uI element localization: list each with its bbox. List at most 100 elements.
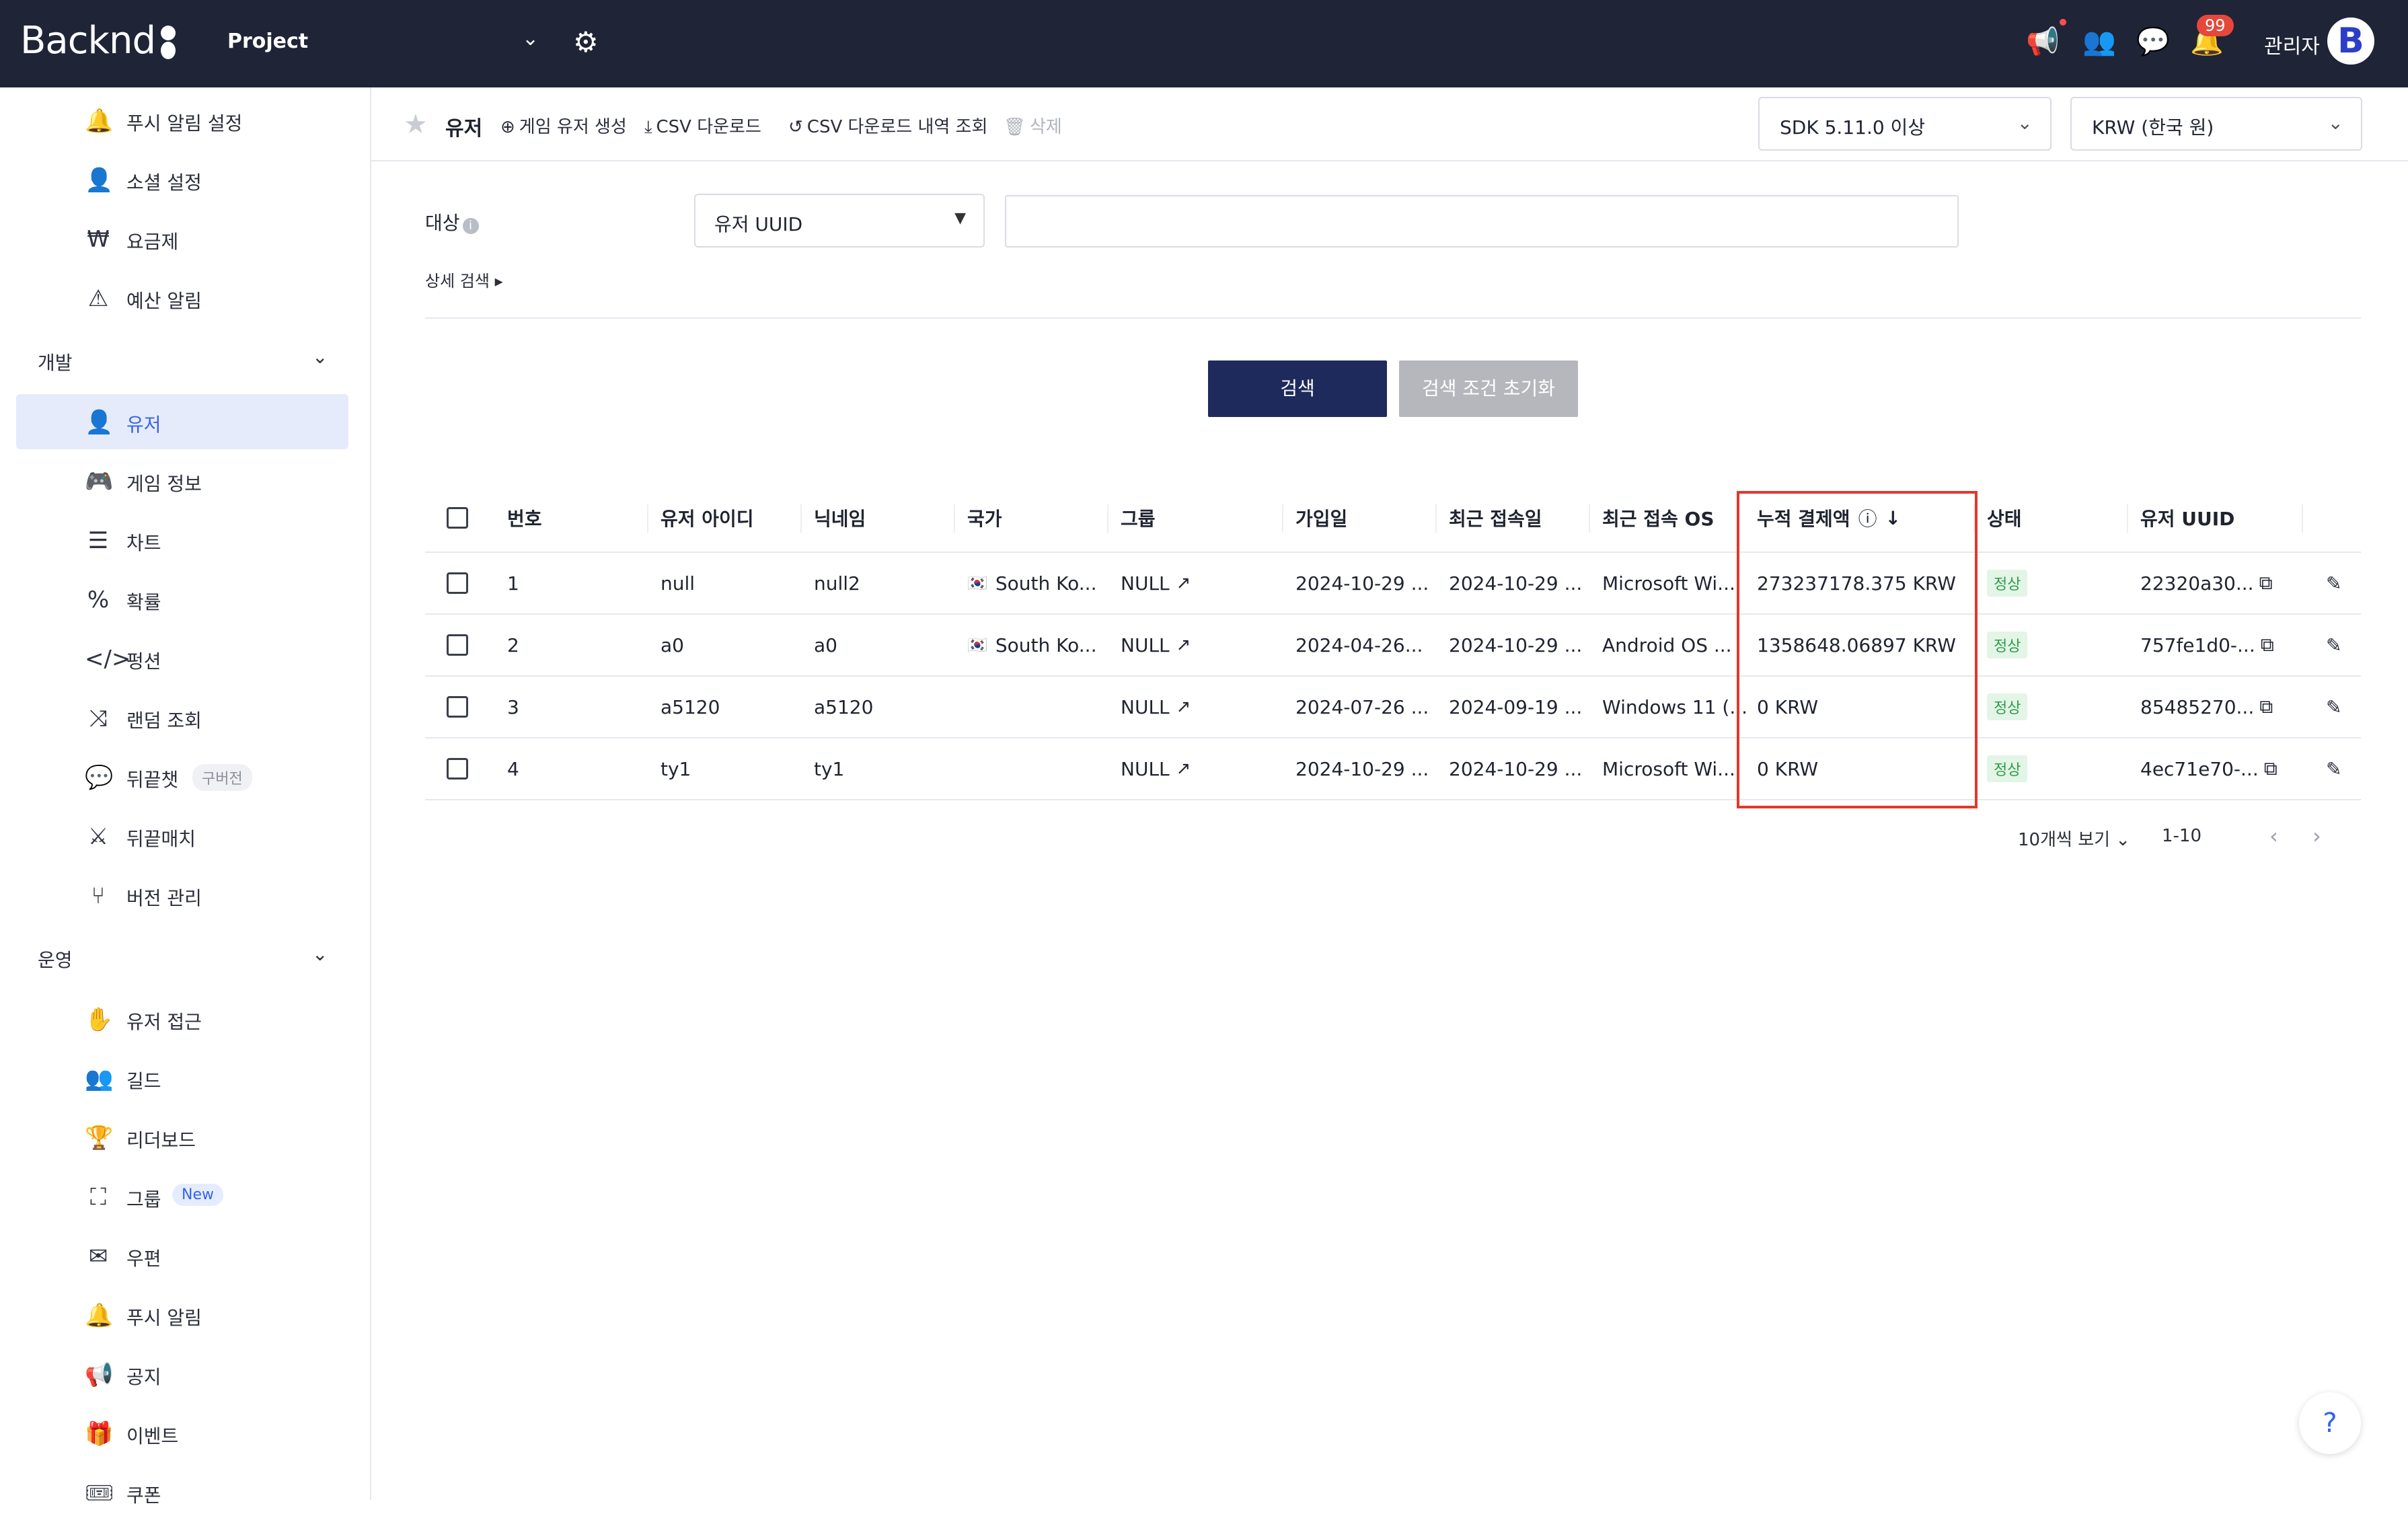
external-link-icon[interactable]: ↗ [1176, 759, 1191, 779]
table-row[interactable]: 3 a5120 a5120 NULL ↗ 2024-07-26 ... 2024-… [425, 677, 2361, 738]
sidebar-item-version[interactable]: ⑂ 버전 관리 [16, 868, 348, 923]
sidebar-item-push[interactable]: 🔔 푸시 알림 [16, 1287, 348, 1342]
sidebar-item-function[interactable]: </> 펑션 [16, 631, 348, 686]
status-badge: 정상 [1987, 755, 2028, 782]
target-select[interactable]: 유저 UUID ▼ [694, 194, 985, 248]
sidebar-item-notice[interactable]: 📢 공지 [16, 1346, 348, 1402]
row-checkbox[interactable] [447, 553, 468, 613]
chevron-right-icon[interactable]: › [2312, 823, 2321, 849]
row-checkbox[interactable] [447, 738, 468, 799]
cell-group[interactable]: NULL ↗ [1121, 553, 1191, 613]
edit-icon[interactable]: ✎ [2326, 738, 2341, 799]
sidebar-item-probability[interactable]: % 확률 [16, 572, 348, 627]
delete-button[interactable]: 🗑 삭제 [1004, 113, 1062, 138]
header-nickname[interactable]: 닉네임 [814, 484, 866, 552]
table-row[interactable]: 1 null null2 🇰🇷 South Ko... NULL ↗ 2024-10… [425, 553, 2361, 615]
sidebar-item-mail[interactable]: ✉ 우편 [16, 1228, 348, 1283]
sidebar-item-social-settings[interactable]: 👤 소셜 설정 [16, 152, 348, 207]
copy-icon[interactable]: ⧉ [2259, 572, 2273, 595]
backnd-logo[interactable]: Backnd [20, 19, 176, 63]
header-joined[interactable]: 가입일 [1295, 484, 1347, 552]
page-size-select[interactable]: 10개씩 보기 ⌄ [2018, 826, 2130, 851]
currency-select[interactable]: KRW (한국 원) ⌄ [2070, 97, 2362, 151]
cell-group[interactable]: NULL ↗ [1121, 615, 1191, 675]
cell-joined: 2024-04-26... [1295, 634, 1423, 656]
header-last-os[interactable]: 최근 접속 OS [1602, 484, 1715, 552]
header-no[interactable]: 번호 [507, 484, 542, 552]
header-group[interactable]: 그룹 [1121, 484, 1156, 552]
sidebar-item-group[interactable]: ⛶ 그룹 New [16, 1169, 348, 1224]
history-icon: ↺ [788, 117, 803, 137]
row-checkbox[interactable] [447, 615, 468, 675]
cell-group[interactable]: NULL ↗ [1121, 677, 1191, 737]
edit-icon[interactable]: ✎ [2326, 553, 2341, 613]
header-status[interactable]: 상태 [1987, 484, 2022, 552]
sidebar-item-label: 우편 [126, 1248, 161, 1270]
table-row[interactable]: 4 ty1 ty1 NULL ↗ 2024-10-29 ... 2024-10-2… [425, 738, 2361, 800]
user-support-icon[interactable]: 👥 [2082, 26, 2116, 57]
megaphone-icon[interactable]: 📢 [2026, 26, 2060, 57]
copy-icon[interactable]: ⧉ [2264, 757, 2278, 780]
sidebar-section-ops[interactable]: 운영 [38, 946, 73, 973]
project-chevron-down-icon[interactable]: ⌄ [522, 27, 539, 50]
project-name[interactable]: Project [227, 30, 308, 53]
sdk-version-select[interactable]: SDK 5.11.0 이상 ⌄ [1758, 97, 2052, 151]
header-last-login[interactable]: 최근 접속일 [1449, 484, 1542, 552]
users-icon: 👥 [85, 1065, 114, 1092]
admin-label[interactable]: 관리자 [2264, 30, 2320, 59]
csv-history-button[interactable]: ↺ CSV 다운로드 내역 조회 [788, 113, 987, 138]
avatar[interactable]: B [2327, 17, 2374, 65]
header-user-id[interactable]: 유저 아이디 [661, 484, 754, 552]
sidebar-item-game-info[interactable]: 🎮 게임 정보 [16, 453, 348, 508]
select-all-checkbox[interactable] [447, 484, 468, 552]
create-user-button[interactable]: ⊕ 게임 유저 생성 [500, 113, 627, 138]
help-button[interactable]: ? [2299, 1392, 2361, 1454]
external-link-icon[interactable]: ↗ [1176, 635, 1191, 655]
copy-icon[interactable]: ⧉ [2259, 695, 2273, 718]
edit-icon[interactable]: ✎ [2326, 677, 2341, 737]
csv-download-button[interactable]: ⤓ CSV 다운로드 [644, 113, 761, 138]
sidebar-item-random-query[interactable]: ⤨ 랜덤 조회 [16, 690, 348, 745]
chat-icon[interactable]: 💬 [2136, 26, 2170, 57]
megaphone-icon: 📢 [85, 1361, 114, 1388]
table-row[interactable]: 2 a0 a0 🇰🇷 South Ko... NULL ↗ 2024-04-26..… [425, 615, 2361, 677]
info-icon[interactable]: i [462, 218, 479, 234]
external-link-icon[interactable]: ↗ [1176, 697, 1191, 717]
cell-group[interactable]: NULL ↗ [1121, 738, 1191, 799]
table-header: 번호 유저 아이디 닉네임 국가 그룹 가입일 최근 접속일 최근 접속 OS … [425, 484, 2361, 553]
won-icon: ₩ [87, 226, 110, 253]
gear-icon[interactable]: ⚙ [573, 26, 599, 59]
edit-icon[interactable]: ✎ [2326, 615, 2341, 675]
sidebar-item-match[interactable]: ⚔ 뒤끝매치 [16, 808, 348, 864]
cell-user-id: null [661, 572, 695, 595]
sidebar-item-pricing[interactable]: ₩ 요금제 [16, 211, 348, 266]
sidebar-item-leaderboard[interactable]: 🏆 리더보드 [16, 1110, 348, 1165]
header-country[interactable]: 국가 [967, 484, 1002, 552]
sidebar-item-chat[interactable]: 💬 뒤끝챗 구버전 [16, 749, 348, 804]
star-icon[interactable]: ★ [404, 109, 428, 140]
header-uuid[interactable]: 유저 UUID [2140, 484, 2234, 552]
cell-os: Android OS ... [1602, 634, 1732, 656]
chevron-left-icon[interactable]: ‹ [2269, 823, 2278, 849]
row-checkbox[interactable] [447, 677, 468, 737]
sidebar-item-push-settings[interactable]: 🔔 푸시 알림 설정 [16, 93, 348, 148]
sidebar-item-guild[interactable]: 👥 길드 [16, 1051, 348, 1106]
chevron-down-icon[interactable]: ⌄ [312, 346, 328, 368]
chevron-down-icon[interactable]: ⌄ [312, 943, 328, 965]
sidebar-item-event[interactable]: 🎁 이벤트 [16, 1406, 348, 1461]
sidebar-item-user-access[interactable]: ✋ 유저 접근 [16, 991, 348, 1047]
sidebar-item-chart[interactable]: ☰ 차트 [16, 512, 348, 568]
sidebar-item-label: 게임 정보 [126, 473, 202, 495]
sidebar-item-label: 그룹 [126, 1188, 161, 1211]
copy-icon[interactable]: ⧉ [2261, 634, 2274, 656]
sidebar-section-dev[interactable]: 개발 [38, 348, 73, 375]
detail-search-toggle[interactable]: 상세 검색 ▸ [425, 268, 503, 291]
external-link-icon[interactable]: ↗ [1176, 573, 1191, 593]
reset-button[interactable]: 검색 조건 초기화 [1399, 360, 1578, 417]
search-button[interactable]: 검색 [1208, 360, 1387, 417]
sidebar-item-coupon[interactable]: 🎟 쿠폰 [16, 1465, 348, 1520]
sidebar-item-budget-alert[interactable]: ⚠ 예산 알림 [16, 270, 348, 326]
sidebar-item-users[interactable]: 👤 유저 [16, 394, 348, 449]
sidebar-item-label: 푸시 알림 [126, 1307, 202, 1329]
search-input[interactable] [1005, 195, 1959, 248]
